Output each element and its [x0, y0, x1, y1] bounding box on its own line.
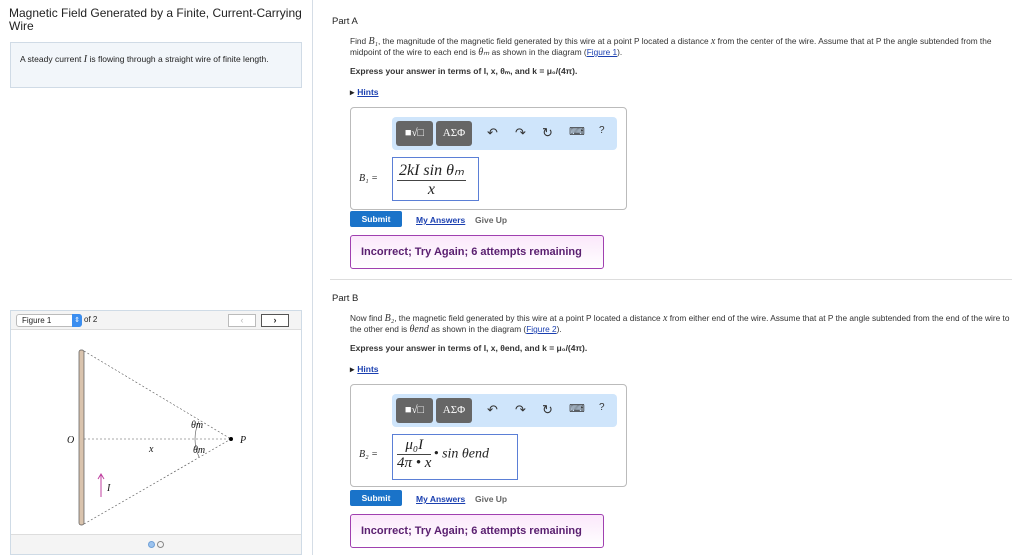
next-figure-button[interactable]: › — [261, 314, 289, 327]
reset-icon[interactable]: ↻ — [542, 125, 553, 141]
answer-input[interactable]: μ₀I 4π • x • sin θend — [392, 434, 518, 480]
label-x: x — [148, 444, 154, 455]
answer-numerator: μ₀I — [397, 437, 432, 455]
undo-icon[interactable]: ↶ — [487, 125, 498, 141]
page-dot-1[interactable] — [148, 541, 155, 548]
feedback-message: Incorrect; Try Again; 6 attempts remaini… — [350, 514, 604, 548]
answer-denominator: x — [427, 181, 436, 198]
figure-diagram: O x θm θm P I — [67, 349, 246, 526]
intro-text-end: is flowing through a straight wire of fi… — [87, 54, 269, 64]
select-arrow-icon: ⇕ — [72, 314, 82, 327]
greek-button[interactable]: ΑΣΦ — [436, 121, 472, 146]
prev-figure-button[interactable]: ‹ — [228, 314, 256, 327]
figure-1-link[interactable]: Figure 1 — [587, 47, 617, 57]
label-i: I — [106, 483, 111, 494]
redo-icon[interactable]: ↷ — [515, 402, 526, 418]
part-b-question: Now find B₂, the magnetic field generate… — [350, 313, 1010, 335]
point-p — [229, 437, 233, 441]
intro-text: A steady current — [20, 54, 84, 64]
keyboard-icon[interactable]: ⌨ — [569, 125, 585, 138]
label-o: O — [67, 435, 74, 446]
figure-toolbar: Figure 1 ⇕ of 2 ‹ › — [11, 311, 301, 330]
answer-numerator: 2kI sin θₘ — [397, 162, 466, 181]
hints-link[interactable]: Hints — [357, 87, 378, 97]
figure-panel: Figure 1 ⇕ of 2 ‹ › O x θm θm P I — [10, 310, 302, 555]
part-a-answer-box: ■√□ ΑΣΦ ↶ ↷ ↻ ⌨ ? B₁ = 2kI sin θₘ x — [350, 107, 627, 210]
answer-tail: • sin θend — [433, 446, 490, 462]
my-answers-link[interactable]: My Answers — [416, 215, 465, 225]
my-answers-link[interactable]: My Answers — [416, 494, 465, 504]
part-a-instructions: Express your answer in terms of I, x, θₘ… — [350, 66, 578, 76]
greek-button[interactable]: ΑΣΦ — [436, 398, 472, 423]
part-b-answer-box: ■√□ ΑΣΦ ↶ ↷ ↻ ⌨ ? B₂ = μ₀I 4π • x • sin θ… — [350, 384, 627, 487]
figure-select[interactable]: Figure 1 ⇕ — [16, 314, 82, 327]
page-dot-2[interactable] — [157, 541, 164, 548]
feedback-message: Incorrect; Try Again; 6 attempts remaini… — [350, 235, 604, 269]
templates-button[interactable]: ■√□ — [396, 121, 433, 146]
figure-count: of 2 — [84, 315, 98, 324]
label-p: P — [239, 435, 246, 446]
figure-2-link[interactable]: Figure 2 — [526, 324, 556, 334]
hints-link[interactable]: Hints — [357, 364, 378, 374]
figure-pager — [11, 534, 301, 554]
help-icon[interactable]: ? — [599, 125, 605, 136]
undo-icon[interactable]: ↶ — [487, 402, 498, 418]
dashed-lines — [83, 350, 232, 525]
part-b-hints[interactable]: ▸ Hints — [350, 364, 379, 375]
math-toolbar: ■√□ ΑΣΦ ↶ ↷ ↻ ⌨ ? — [392, 117, 617, 150]
answer-denominator: 4π • x — [397, 455, 432, 471]
math-toolbar: ■√□ ΑΣΦ ↶ ↷ ↻ ⌨ ? — [392, 394, 617, 427]
problem-title: Magnetic Field Generated by a Finite, Cu… — [9, 6, 302, 33]
figure-select-value: Figure 1 — [22, 316, 52, 325]
submit-button[interactable]: Submit — [350, 490, 402, 506]
answer-label: B₁ = — [359, 173, 378, 184]
part-b-instructions: Express your answer in terms of I, x, θe… — [350, 343, 588, 353]
answer-label: B₂ = — [359, 449, 378, 460]
part-a-hints[interactable]: ▸ Hints — [350, 87, 379, 98]
answer-input[interactable]: 2kI sin θₘ x — [392, 157, 479, 201]
part-a-question: Find B₁, the magnitude of the magnetic f… — [350, 36, 992, 58]
templates-button[interactable]: ■√□ — [396, 398, 433, 423]
label-theta-top: θm — [191, 420, 203, 431]
reset-icon[interactable]: ↻ — [542, 402, 553, 418]
problem-intro: A steady current I is flowing through a … — [10, 42, 302, 88]
redo-icon[interactable]: ↷ — [515, 125, 526, 141]
help-icon[interactable]: ? — [599, 402, 605, 413]
left-panel: Magnetic Field Generated by a Finite, Cu… — [0, 0, 313, 555]
part-b-label: Part B — [332, 293, 359, 304]
part-a-label: Part A — [332, 16, 358, 27]
keyboard-icon[interactable]: ⌨ — [569, 402, 585, 415]
give-up-link[interactable]: Give Up — [475, 215, 507, 225]
divider — [330, 279, 1012, 280]
give-up-link[interactable]: Give Up — [475, 494, 507, 504]
submit-button[interactable]: Submit — [350, 211, 402, 227]
wire — [78, 349, 85, 526]
label-theta-bottom: θm — [193, 445, 205, 456]
